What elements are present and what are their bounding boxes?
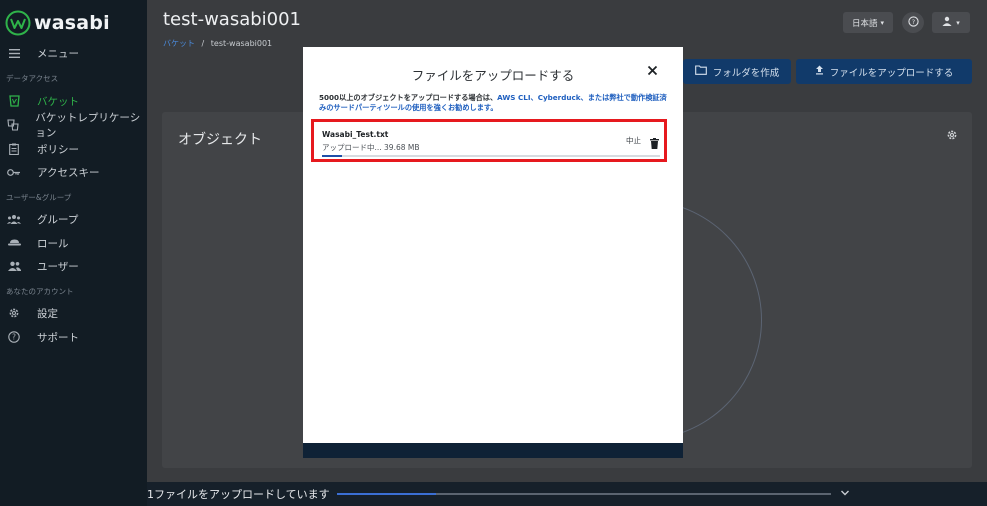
upload-files-button[interactable]: ファイルをアップロードする [796,59,972,84]
chevron-down-icon[interactable] [840,487,850,500]
chevron-down-icon: ▾ [880,18,885,27]
help-icon: ? [907,15,919,30]
key-icon [7,165,21,179]
upload-files-label: ファイルをアップロードする [829,67,954,79]
sidebar-item-roles[interactable]: ロール [0,232,147,254]
language-select[interactable]: 日本語 ▾ [843,12,893,33]
notice-text: 5000以上のオブジェクトをアップロードする場合は、 [319,93,498,102]
folder-icon [694,65,707,78]
replication-icon [7,118,19,132]
chevron-down-icon: ▾ [956,18,960,27]
user-menu-button[interactable]: ▾ [932,12,970,33]
file-name: Wasabi_Test.txt [322,130,389,139]
role-icon [7,236,21,250]
language-label: 日本語 [851,18,878,29]
breadcrumb-current: test-wasabi001 [210,39,273,48]
logo-text: wasabi [34,12,110,34]
sidebar-item-label: 設定 [37,307,58,320]
file-upload-status: アップロード中... 39.68 MB [322,143,420,152]
cancel-upload-button[interactable]: 中止 [626,135,641,146]
help-button[interactable]: ? [902,12,924,33]
trash-icon[interactable] [650,134,659,149]
close-icon[interactable] [647,62,658,80]
upload-file-row: Wasabi_Test.txt アップロード中... 39.68 MB 中止 [311,119,667,162]
bucket-icon [7,94,21,108]
breadcrumb-buckets-link[interactable]: バケット [163,39,195,48]
upload-dialog: ファイルをアップロードする 5000以上のオブジェクトをアップロードする場合は、… [303,47,683,458]
settings-gear-icon[interactable] [946,129,958,145]
sidebar-item-label: バケットレプリケーション [35,112,141,139]
section-users-groups: ユーザー&グループ [6,193,72,202]
sidebar-item-support[interactable]: ? サポート [0,326,147,348]
breadcrumb: バケット / test-wasabi001 [163,38,272,49]
sidebar: wasabi メニュー データアクセス バケット バケットレプリケーション ポリ… [0,0,147,506]
sidebar-item-policies[interactable]: ポリシー [0,138,147,160]
sidebar-item-buckets[interactable]: バケット [0,90,147,112]
section-account: あなたのアカウント [6,287,74,296]
sidebar-item-groups[interactable]: グループ [0,208,147,230]
sidebar-item-label: グループ [37,213,79,226]
menu-toggle[interactable]: メニュー [0,42,147,64]
sidebar-item-label: バケット [37,95,79,108]
sidebar-item-settings[interactable]: 設定 [0,302,147,324]
upload-status-progress [337,493,831,495]
group-icon [7,212,21,226]
sidebar-item-access-keys[interactable]: アクセスキー [0,161,147,183]
page-title: test-wasabi001 [163,9,302,30]
upload-icon [815,65,824,78]
sidebar-item-label: ロール [37,237,69,250]
upload-status-progress-fill [337,493,436,495]
hamburger-icon [7,46,21,60]
upload-status-text: 1ファイルをアップロードしています [147,488,330,501]
sidebar-item-label: アクセスキー [37,166,100,179]
gear-icon [7,306,21,320]
sidebar-item-label: ユーザー [37,260,79,273]
svg-text:?: ? [12,333,16,342]
sidebar-item-bucket-replication[interactable]: バケットレプリケーション [0,112,147,139]
svg-text:?: ? [911,17,914,25]
section-data-access: データアクセス [6,74,59,83]
menu-label: メニュー [37,47,79,60]
policy-icon [7,142,21,156]
breadcrumb-separator: / [201,39,205,48]
dialog-title: ファイルをアップロードする [411,68,575,83]
upload-status-bar: 1ファイルをアップロードしています [147,482,987,506]
file-progress-fill [322,155,343,157]
sidebar-item-users[interactable]: ユーザー [0,255,147,277]
sidebar-item-label: ポリシー [37,143,79,156]
wasabi-logo-icon [5,10,31,36]
help-icon: ? [7,330,21,344]
file-progress-bar [322,155,660,157]
users-icon [7,259,21,273]
bulk-upload-notice: 5000以上のオブジェクトをアップロードする場合は、AWS CLI、Cyberd… [319,93,669,113]
user-icon [942,16,952,29]
dialog-footer [303,443,683,458]
wasabi-logo[interactable]: wasabi [5,9,110,37]
sidebar-item-label: サポート [37,331,79,344]
create-folder-label: フォルダを作成 [712,67,780,79]
objects-title: オブジェクト [178,132,262,148]
create-folder-button[interactable]: フォルダを作成 [683,59,791,84]
